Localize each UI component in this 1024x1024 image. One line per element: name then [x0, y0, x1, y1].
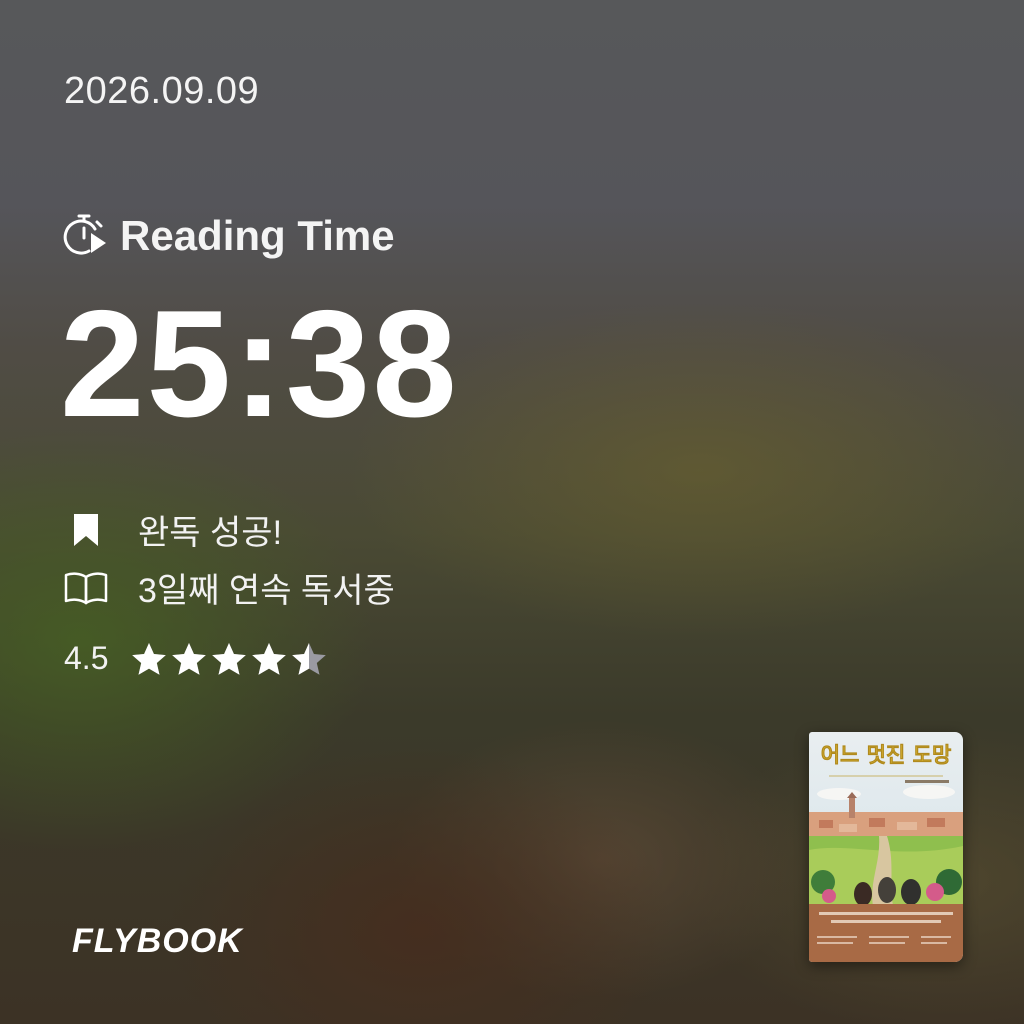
reading-date: 2026.09.09: [64, 70, 260, 112]
open-book-icon: [64, 566, 108, 610]
book-cover: 어느 멋진 도망: [809, 732, 963, 962]
book-rating: 4.5: [64, 640, 328, 677]
streak-status: 3일째 연속 독서중: [64, 563, 395, 612]
book-cover-title: 어느 멋진 도망: [821, 742, 952, 767]
stopwatch-play-icon: [62, 213, 108, 259]
star-icon: [252, 642, 287, 675]
reading-time-header: Reading Time: [62, 212, 395, 260]
star-icon: [172, 642, 207, 675]
star-icon: [212, 642, 247, 675]
rating-stars: [130, 641, 328, 677]
streak-text: 3일째 연속 독서중: [138, 572, 395, 610]
completion-text: 완독 성공!: [138, 514, 283, 552]
flybook-logo: FLYBOOK: [72, 922, 243, 960]
bookmark-icon: [64, 508, 108, 552]
star-icon: [292, 642, 327, 675]
reading-time-label: Reading Time: [120, 212, 395, 259]
rating-value: 4.5: [64, 640, 109, 676]
completion-status: 완독 성공!: [64, 505, 282, 554]
star-icon: [132, 642, 167, 675]
share-card: 2026.09.09 Reading Time 25:38 완독 성공! 3일째…: [0, 0, 1024, 1024]
reading-timer-value: 25:38: [60, 279, 459, 449]
